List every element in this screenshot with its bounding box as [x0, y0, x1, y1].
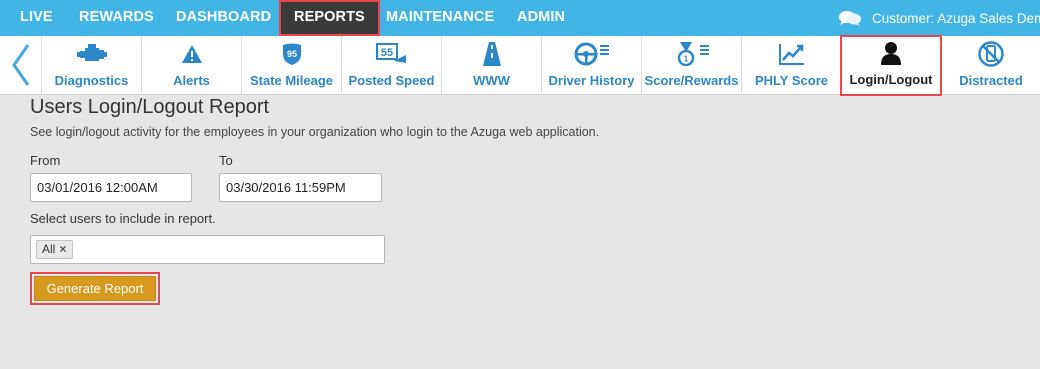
alert-triangle-icon [181, 45, 202, 63]
tile-driver-history[interactable]: Driver History [542, 36, 642, 94]
tile-label: Diagnostics [54, 73, 129, 88]
user-tag-all: All × [36, 240, 74, 259]
user-tag-label: All [42, 242, 56, 256]
to-date-input[interactable]: 03/30/2016 11:59PM [219, 173, 382, 202]
engine-icon [76, 44, 107, 61]
no-phone-icon [978, 41, 1004, 67]
users-label: Select users to include in report. [30, 211, 216, 226]
tile-alerts[interactable]: Alerts [142, 36, 242, 94]
from-label: From [30, 153, 61, 168]
tile-posted-speed[interactable]: 55 Posted Speed [342, 36, 442, 94]
tile-www[interactable]: WWW [442, 36, 542, 94]
generate-report-highlight: Generate Report [30, 272, 160, 305]
trend-chart-icon [778, 44, 804, 65]
customer-selector[interactable]: Customer: Azuga Sales Dem [838, 0, 1040, 36]
top-nav: LIVE REWARDS DASHBOARD REPORTS MAINTENAN… [0, 0, 1040, 36]
nav-admin[interactable]: ADMIN [517, 0, 565, 36]
tile-label: Posted Speed [348, 73, 435, 88]
tile-label: PHLY Score [755, 73, 828, 88]
tile-distracted[interactable]: Distracted [942, 36, 1040, 94]
to-label: To [219, 153, 233, 168]
interstate-95-icon: 95 [282, 43, 301, 65]
medal-list-icon: 1 [677, 42, 709, 66]
from-date-input[interactable]: 03/01/2016 12:00AM [30, 173, 192, 202]
nav-reports[interactable]: REPORTS [279, 0, 380, 36]
nav-maintenance[interactable]: MAINTENANCE [386, 0, 494, 36]
tile-label: State Mileage [249, 73, 334, 88]
tile-diagnostics[interactable]: Diagnostics [42, 36, 142, 94]
steering-wheel-list-icon [574, 42, 609, 66]
svg-text:95: 95 [286, 49, 296, 59]
road-icon [482, 42, 501, 66]
customer-name: Customer: Azuga Sales Dem [872, 10, 1040, 26]
generate-report-button[interactable]: Generate Report [34, 276, 156, 301]
chat-bubbles-icon [839, 11, 861, 26]
tile-phly-score[interactable]: PHLY Score [742, 36, 842, 94]
tile-label: Login/Logout [849, 72, 933, 87]
tile-label: WWW [473, 73, 510, 88]
svg-text:1: 1 [683, 55, 688, 64]
tile-label: Driver History [548, 73, 635, 88]
nav-dashboard[interactable]: DASHBOARD [176, 0, 271, 36]
svg-text:55: 55 [380, 47, 392, 59]
chevron-left-icon [11, 44, 29, 86]
page-description: See login/logout activity for the employ… [30, 125, 600, 139]
tile-label: Alerts [173, 73, 210, 88]
users-multiselect[interactable]: All × [30, 235, 385, 264]
tile-login-logout[interactable]: Login/Logout [840, 35, 942, 96]
scroll-left-button[interactable] [0, 36, 42, 94]
tile-label: Score/Rewards [644, 73, 739, 88]
user-icon [881, 42, 901, 65]
nav-live[interactable]: LIVE [20, 0, 53, 36]
tile-score-rewards[interactable]: 1 Score/Rewards [642, 36, 742, 94]
tile-state-mileage[interactable]: 95 State Mileage [242, 36, 342, 94]
speed-limit-55-icon: 55 [375, 43, 406, 63]
nav-rewards[interactable]: REWARDS [79, 0, 154, 36]
page-title: Users Login/Logout Report [30, 96, 270, 118]
tile-label: Distracted [959, 73, 1023, 88]
report-type-bar: Diagnostics Alerts 95 State Mileage 55 P… [0, 35, 1040, 96]
remove-tag-icon[interactable]: × [59, 241, 66, 258]
